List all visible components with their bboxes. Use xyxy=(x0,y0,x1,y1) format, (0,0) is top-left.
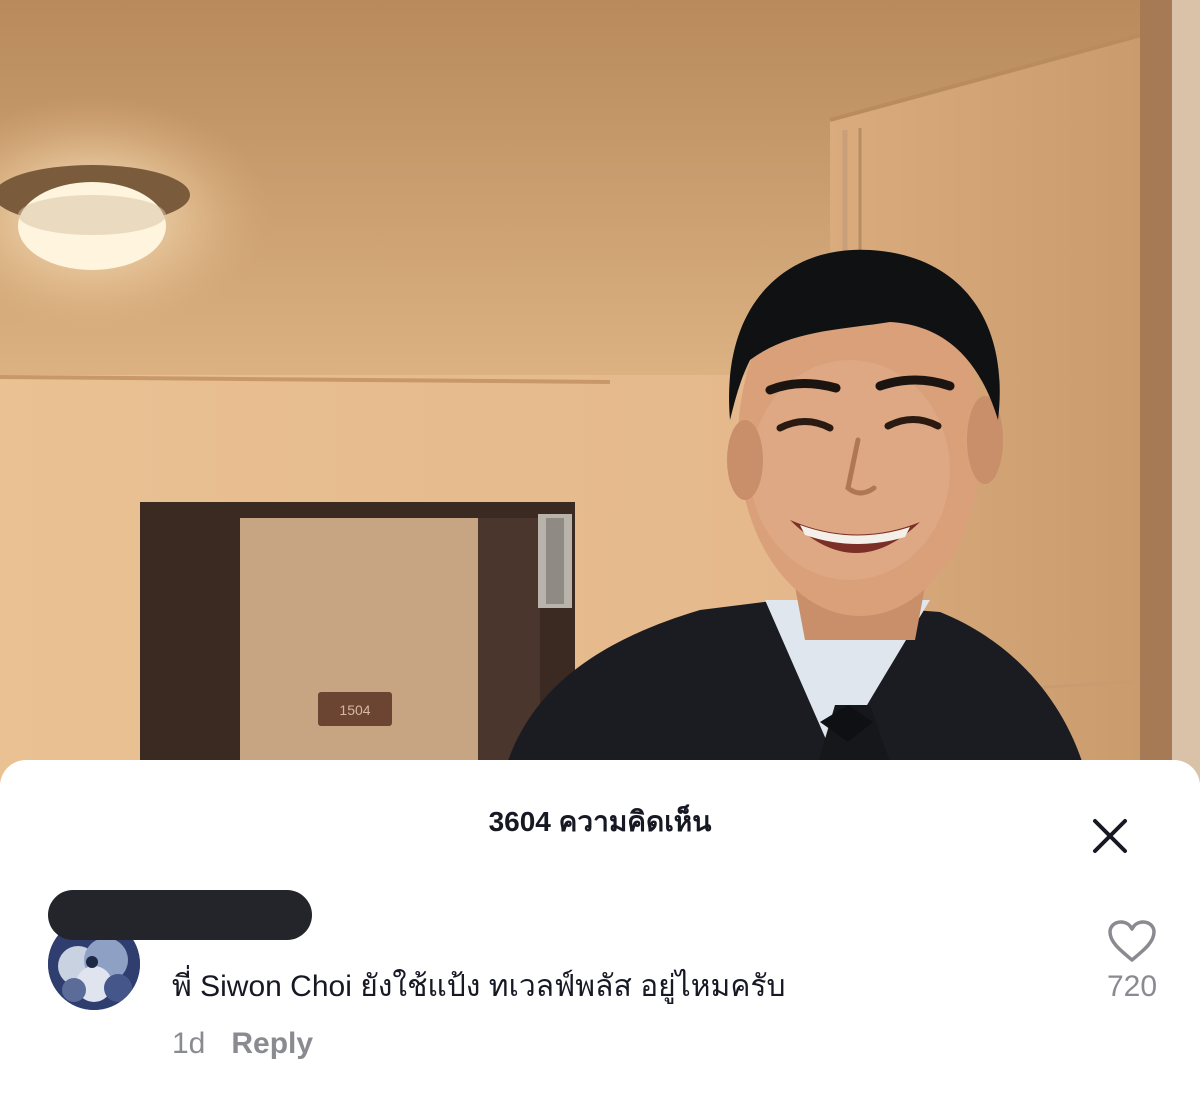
comment-meta: 1d Reply xyxy=(172,1027,313,1061)
close-button[interactable] xyxy=(1090,816,1130,856)
reply-button[interactable]: Reply xyxy=(231,1027,313,1060)
redacted-username xyxy=(48,890,312,940)
door-number: 1504 xyxy=(339,702,370,718)
comment-time: 1d xyxy=(172,1027,206,1060)
comments-count-title: 3604 ความคิดเห็น xyxy=(488,806,712,837)
video-player[interactable]: 1504 xyxy=(0,0,1200,790)
like-button[interactable]: 720 xyxy=(1096,918,1168,1004)
close-icon xyxy=(1093,819,1127,853)
screen: 1504 3604 ความคิดเห็น พี่ Siwon Choi ยัง… xyxy=(0,0,1200,1095)
heart-outline-icon xyxy=(1108,920,1156,962)
video-frame: 1504 xyxy=(0,0,1200,790)
comments-sheet: 3604 ความคิดเห็น พี่ Siwon Choi ยังใช้แป… xyxy=(0,760,1200,1095)
like-count: 720 xyxy=(1106,970,1158,1003)
comment-text: พี่ Siwon Choi ยังใช้แป้ง ทเวลฟ์พลัส อยู… xyxy=(172,970,786,1003)
